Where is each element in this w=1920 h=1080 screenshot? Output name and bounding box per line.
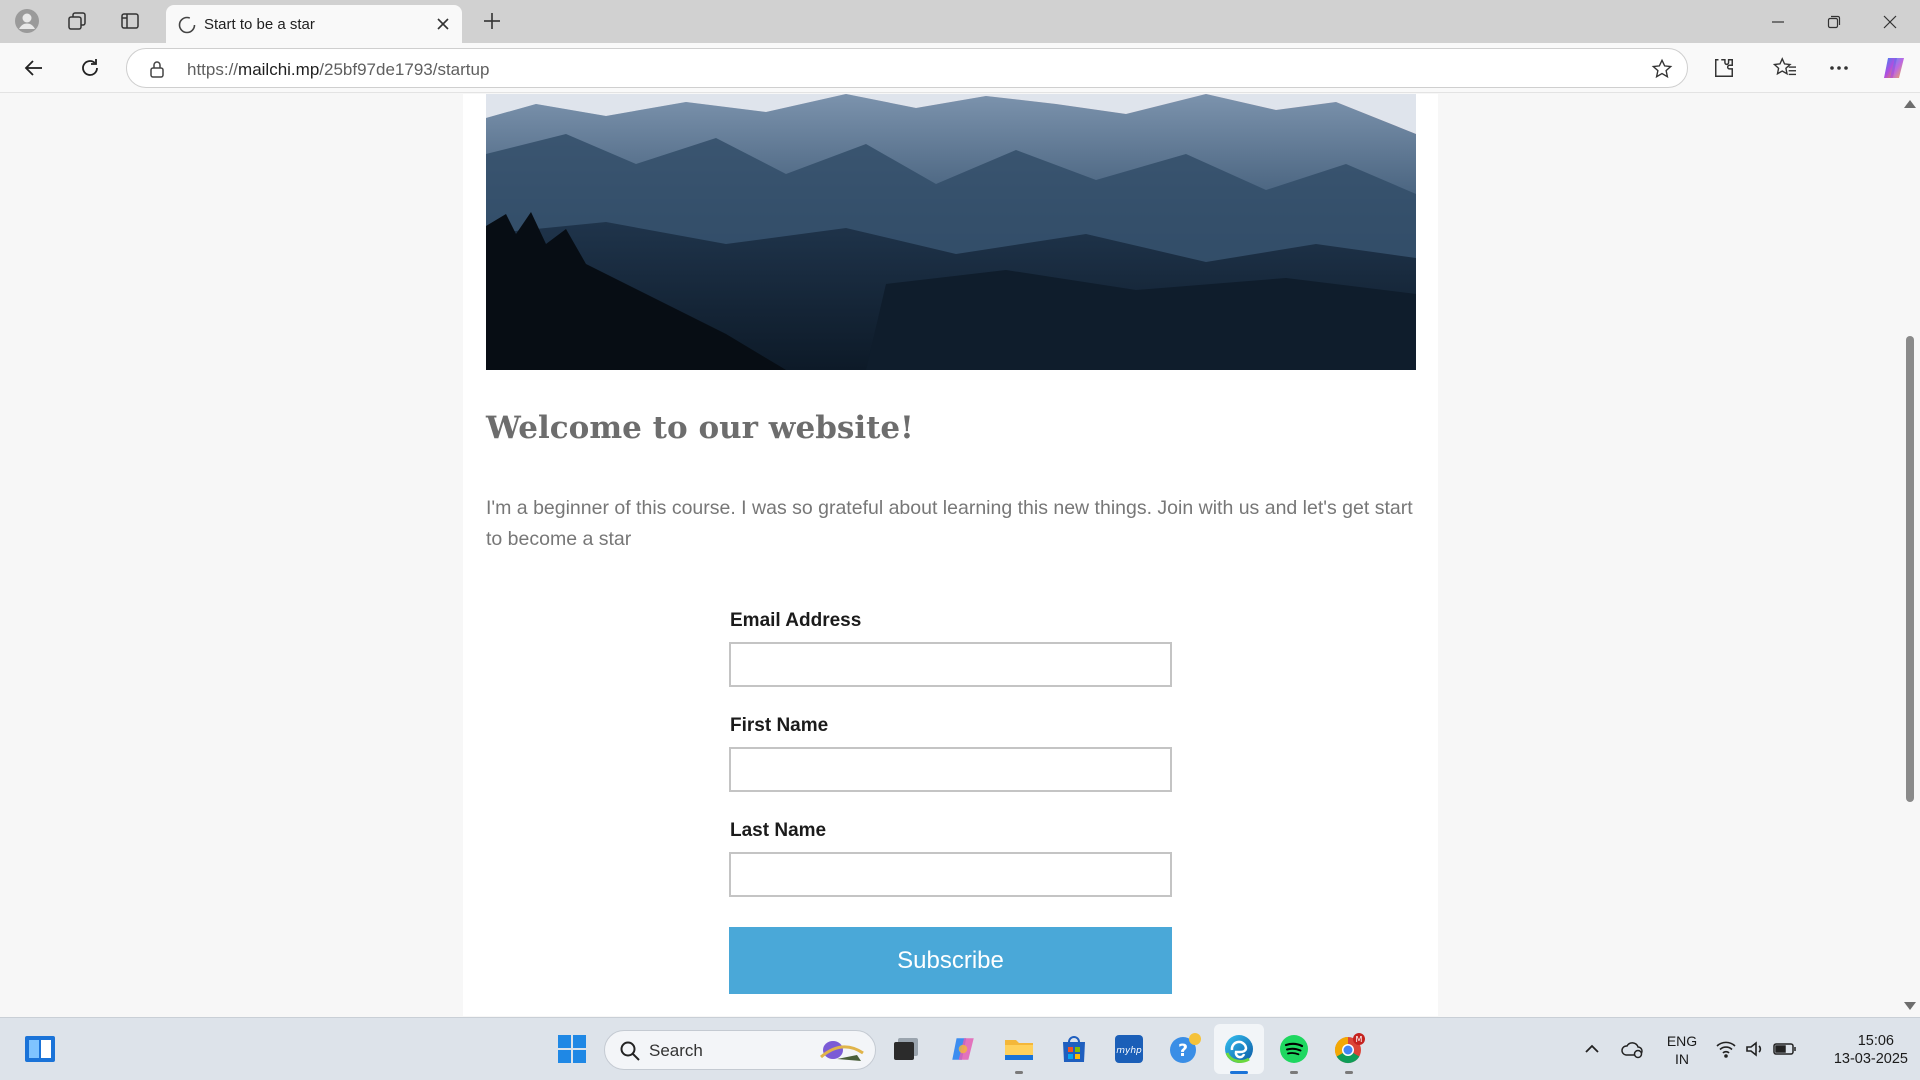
help-icon[interactable]: ? (1164, 1028, 1206, 1070)
tab-title: Start to be a star (204, 16, 315, 33)
subscribe-button[interactable]: Subscribe (729, 927, 1172, 994)
active-tab[interactable]: Start to be a star (166, 5, 462, 43)
running-indicator (1290, 1071, 1298, 1074)
email-field[interactable] (729, 642, 1172, 687)
onedrive-icon[interactable] (1612, 1028, 1652, 1070)
search-placeholder: Search (649, 1041, 703, 1060)
microsoft-store-icon[interactable] (1053, 1028, 1095, 1070)
scroll-down-icon[interactable] (1904, 1002, 1916, 1010)
scrollbar-thumb[interactable] (1906, 336, 1914, 802)
spotify-icon[interactable] (1273, 1028, 1315, 1074)
workspaces-icon[interactable] (61, 6, 93, 36)
battery-icon[interactable] (1765, 1028, 1805, 1070)
page-heading: Welcome to our website! (486, 410, 914, 446)
svg-text:myhp: myhp (1116, 1046, 1142, 1056)
clock[interactable]: 15:06 13-03-2025 (1812, 1032, 1908, 1068)
vertical-scrollbar[interactable] (1900, 94, 1920, 1016)
back-icon[interactable] (16, 51, 52, 85)
chrome-icon[interactable]: M (1328, 1028, 1370, 1074)
taskbar: Search myhp ? M ENG IN 15:06 13-03-2025 (0, 1017, 1920, 1080)
first-name-field[interactable] (729, 747, 1172, 792)
address-bar[interactable]: https://mailchi.mp/25bf97de1793/startup (126, 48, 1688, 88)
show-hidden-icons-icon[interactable] (1572, 1028, 1612, 1070)
svg-text:M: M (1356, 1035, 1363, 1044)
email-label: Email Address (730, 610, 862, 631)
scroll-up-icon[interactable] (1904, 100, 1916, 108)
first-name-label: First Name (730, 715, 829, 736)
favorite-star-icon[interactable] (1649, 56, 1675, 82)
page-viewport: Welcome to our website! I'm a beginner o… (0, 94, 1920, 1016)
close-window-icon[interactable] (1862, 0, 1918, 43)
start-icon[interactable] (551, 1028, 593, 1070)
more-options-icon[interactable] (1821, 51, 1857, 85)
running-indicator (1345, 1071, 1353, 1074)
taskbar-search[interactable]: Search (604, 1030, 876, 1070)
mountain-hero-image (486, 94, 1416, 370)
vertical-tabs-icon[interactable] (114, 6, 146, 36)
copilot-app-icon[interactable] (942, 1028, 984, 1070)
restore-icon[interactable] (1806, 0, 1862, 43)
svg-text:?: ? (1178, 1041, 1188, 1061)
tab-bar: Start to be a star (0, 0, 1920, 43)
task-view-icon[interactable] (885, 1028, 927, 1070)
loading-icon (177, 15, 197, 40)
favorites-icon[interactable] (1767, 51, 1803, 85)
refresh-icon[interactable] (72, 51, 108, 85)
new-tab-icon[interactable] (476, 6, 508, 36)
search-icon (619, 1040, 641, 1067)
site-info-icon[interactable] (147, 59, 167, 79)
intro-paragraph: I'm a beginner of this course. I was so … (486, 497, 1413, 550)
active-indicator (1230, 1071, 1248, 1074)
widgets-icon[interactable] (19, 1028, 61, 1070)
navigation-bar: https://mailchi.mp/25bf97de1793/startup (0, 43, 1920, 93)
file-explorer-icon[interactable] (998, 1028, 1040, 1074)
last-name-label: Last Name (730, 820, 827, 841)
myhp-icon[interactable]: myhp (1108, 1028, 1150, 1070)
copilot-icon[interactable] (1876, 51, 1912, 85)
running-indicator (1015, 1071, 1023, 1074)
url-text: https://mailchi.mp/25bf97de1793/startup (187, 60, 490, 79)
minimize-icon[interactable] (1750, 0, 1806, 43)
last-name-field[interactable] (729, 852, 1172, 897)
close-tab-icon[interactable] (430, 11, 456, 37)
extensions-icon[interactable] (1706, 51, 1742, 85)
edge-browser-icon[interactable] (1218, 1028, 1260, 1074)
profile-icon[interactable] (11, 6, 43, 36)
search-highlight-icon (817, 1037, 867, 1070)
language-indicator[interactable]: ENG IN (1665, 1032, 1699, 1068)
